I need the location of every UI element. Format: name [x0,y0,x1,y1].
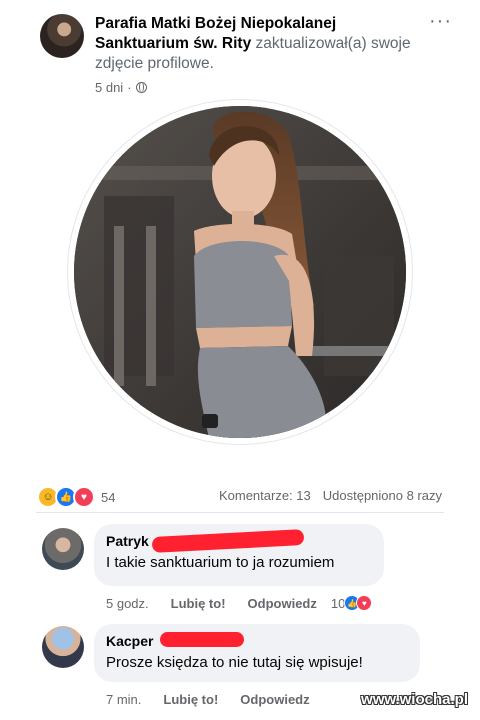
comment-reaction-count: 10 [330,595,346,611]
love-reaction-icon: ♥ [73,486,95,508]
post-time[interactable]: 5 dni [95,80,123,95]
watermark: www.wiocha.pl [361,691,468,708]
globe-icon [135,82,147,93]
shares-count[interactable]: Udostępniono 8 razy [323,488,442,503]
profile-picture[interactable] [74,106,406,438]
page-avatar[interactable] [40,14,84,58]
post-header: Parafia Matki Bożej Niepokalanej Sanktua… [0,0,480,110]
commenter-avatar[interactable] [42,626,84,668]
comment-time[interactable]: 7 min. [106,692,141,707]
love-reaction-icon: ♥ [356,595,373,611]
like-comment-link[interactable]: Lubię to! [171,596,226,611]
redaction-mark [160,632,244,647]
comment-author[interactable]: Kacper [106,632,153,650]
comment-reactions[interactable]: 10 👍 ♥ [330,595,373,611]
meta-separator: · [127,80,132,95]
comment-text: I takie sanktuarium to ja rozumiem [106,554,335,571]
comment-actions: 5 godz. Lubię to! Odpowiedz 10 👍 ♥ [106,595,373,611]
comments-count[interactable]: Komentarze: 13 [219,488,311,503]
post-title-line: Parafia Matki Bożej Niepokalanej Sanktua… [95,14,415,74]
post-reactions[interactable]: ☺ 👍 ♥ 54 [37,486,115,508]
divider [36,512,444,513]
profile-photo-image [74,106,406,438]
commenter-avatar[interactable] [42,528,84,570]
more-options-icon[interactable]: ··· [429,10,452,33]
reaction-count: 54 [101,489,116,505]
comment-text: Prosze księdza to nie tutaj się wpisuje! [106,654,363,671]
comment-author[interactable]: Patryk [106,532,149,550]
reply-link[interactable]: Odpowiedz [248,596,317,611]
like-comment-link[interactable]: Lubię to! [163,692,218,707]
comment-actions: 7 min. Lubię to! Odpowiedz [106,692,310,707]
post-meta: 5 dni · [95,80,147,95]
comment-time[interactable]: 5 godz. [106,596,149,611]
reply-link[interactable]: Odpowiedz [240,692,309,707]
comment-bubble: Kacper Prosze księdza to nie tutaj się w… [94,624,420,682]
post-stats: Komentarze: 13 Udostępniono 8 razy [219,488,442,503]
